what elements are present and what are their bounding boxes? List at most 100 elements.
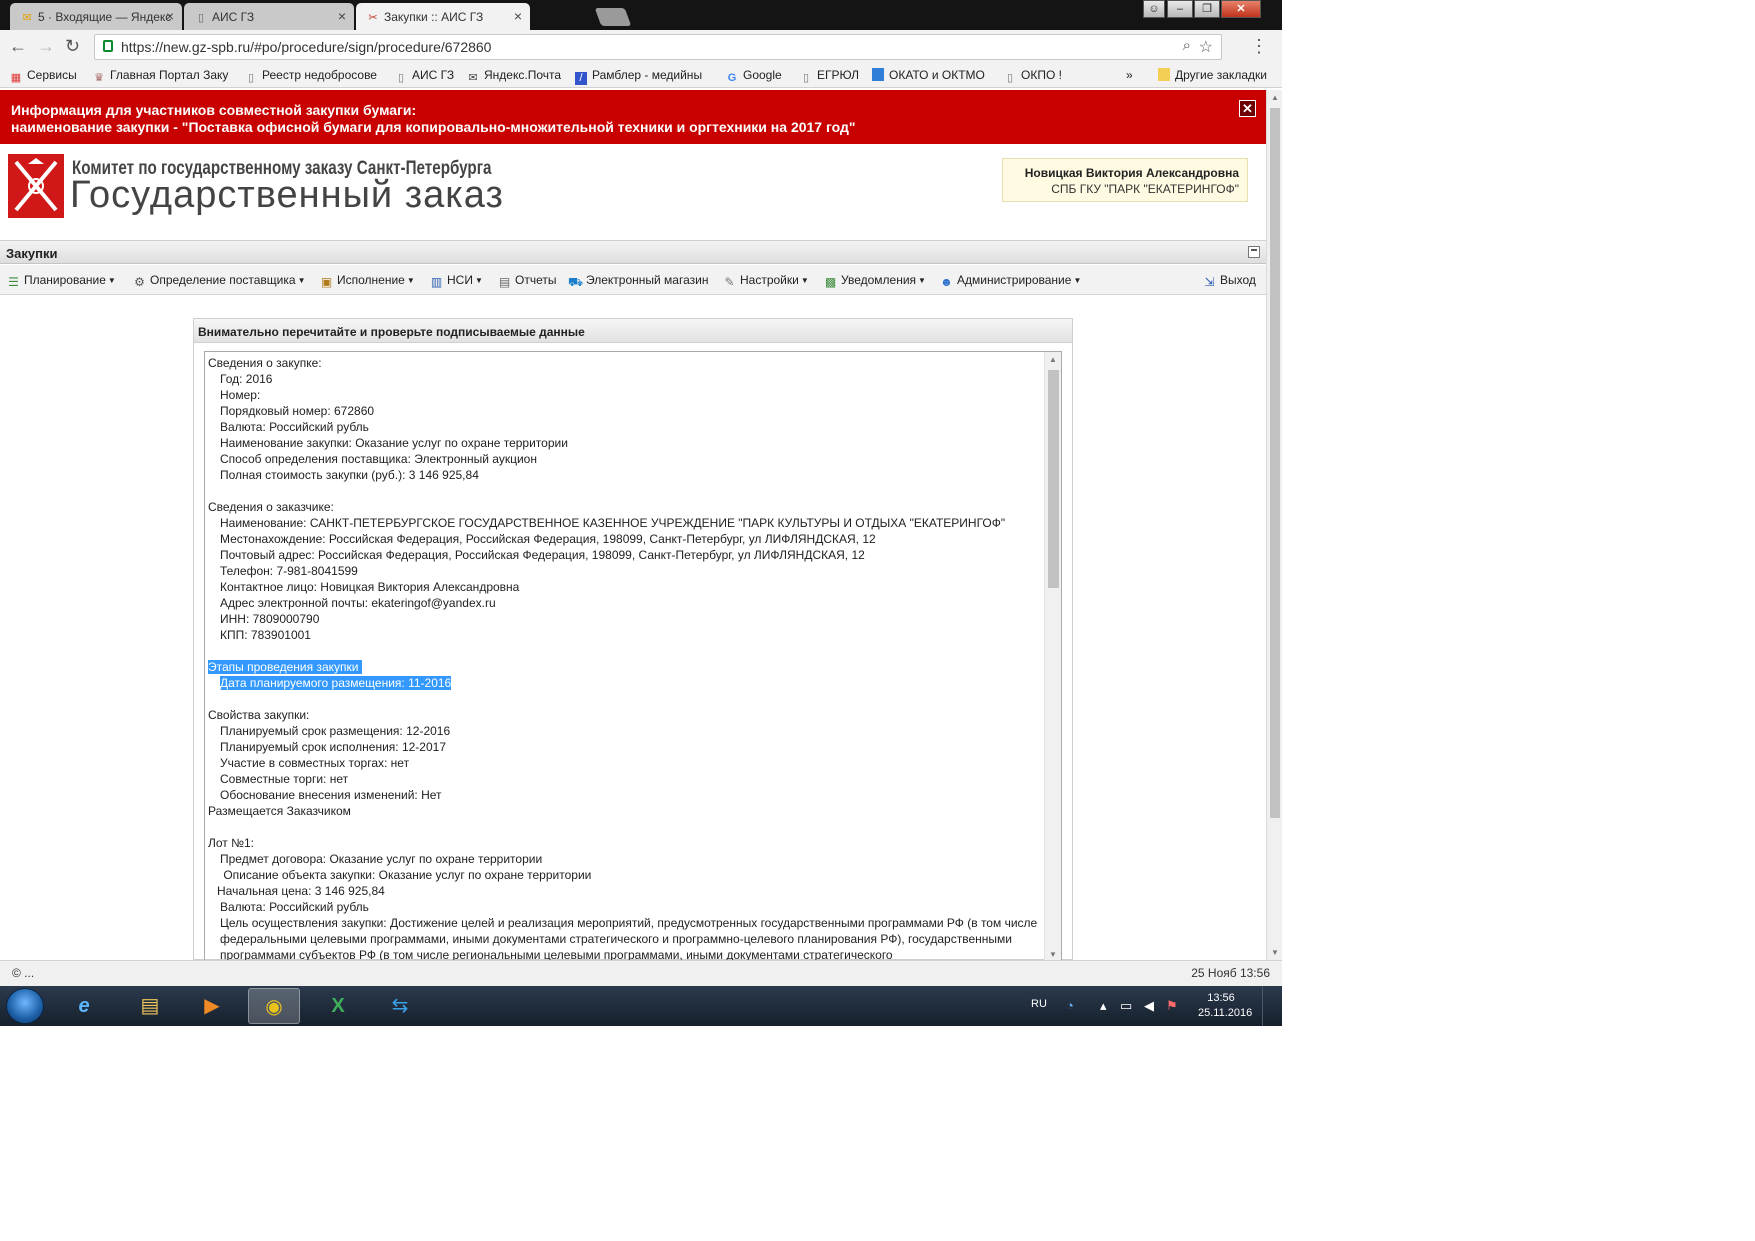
sign-data-textarea[interactable]: Сведения о закупке: Год: 2016 Номер: Порядк… <box>204 351 1062 961</box>
text-line-content: Год: 2016 <box>220 372 273 386</box>
new-tab-button[interactable] <box>594 8 632 26</box>
bookmark-label: ОКАТО и ОКТМО <box>889 68 985 82</box>
zoom-icon[interactable]: ⌕ <box>1183 37 1191 54</box>
menu-planning[interactable]: ☰ Планирование ▼ <box>6 273 116 289</box>
bookmark-services[interactable]: ▦ Сервисы <box>10 68 77 85</box>
forward-arrow-icon[interactable]: → <box>37 36 55 57</box>
update-alert-icon[interactable]: ◔ <box>1066 998 1074 1013</box>
start-button[interactable] <box>6 988 44 1024</box>
site-header: Комитет по государственному заказу Санкт… <box>0 144 1266 240</box>
status-bar: © ... 25 Нояб 13:56 <box>0 960 1282 986</box>
tab-title: Закупки :: АИС ГЗ <box>384 10 484 24</box>
bookmark-egrul[interactable]: ▯ ЕГРЮЛ <box>800 68 859 85</box>
user-profile-button[interactable]: ☺ <box>1143 0 1165 18</box>
other-bookmarks[interactable]: Другие закладки <box>1158 68 1267 82</box>
text-line-content: Планируемый срок размещения: 12-2016 <box>220 724 451 738</box>
book-icon: ▥ <box>430 275 443 289</box>
sign-data-panel: Внимательно перечитайте и проверьте подп… <box>193 318 1073 961</box>
menu-e-shop[interactable]: ⛟ Электронный магазин <box>568 273 708 289</box>
user-info-box[interactable]: Новицкая Виктория Александровна СПБ ГКУ … <box>1002 158 1248 202</box>
taskbar-clock[interactable]: 13:56 25.11.2016 <box>1198 991 1252 1021</box>
language-indicator[interactable]: RU <box>1031 998 1047 1010</box>
bookmark-label: АИС ГЗ <box>412 68 455 82</box>
menu-execution[interactable]: ▣ Исполнение ▼ <box>319 273 415 289</box>
notification-icon: ▩ <box>824 275 837 289</box>
media-player-icon[interactable]: ▶ <box>186 988 238 1024</box>
collapse-icon[interactable] <box>1248 246 1260 258</box>
text-line-content: Предмет договора: Оказание услуг по охра… <box>220 852 543 866</box>
page-scrollbar[interactable]: ▲ ▼ <box>1266 90 1282 960</box>
lock-icon <box>103 40 113 52</box>
scroll-up-icon[interactable]: ▲ <box>1271 93 1279 102</box>
reload-icon[interactable]: ↻ <box>65 36 80 57</box>
content-area: Внимательно перечитайте и проверьте подп… <box>0 296 1266 961</box>
text-line: Контактное лицо: Новицкая Виктория Алекс… <box>208 579 1043 595</box>
close-icon[interactable]: × <box>166 8 174 24</box>
file-explorer-icon[interactable]: ▤ <box>124 988 176 1024</box>
scroll-down-icon[interactable]: ▼ <box>1049 950 1057 959</box>
menu-administration[interactable]: ☻ Администрирование ▼ <box>939 273 1081 289</box>
menu-reports[interactable]: ▤ Отчеты <box>497 273 557 289</box>
user-name: Новицкая Виктория Александровна <box>1024 166 1239 180</box>
textarea-scrollbar-thumb[interactable] <box>1048 370 1059 588</box>
bookmark-rambler[interactable]: / Рамблер - медийны <box>575 68 702 85</box>
volume-icon[interactable]: ◀ <box>1144 998 1154 1014</box>
scroll-up-icon[interactable]: ▲ <box>1049 355 1057 364</box>
bookmark-label: Google <box>743 68 782 82</box>
mail-envelope-icon: ✉ <box>22 12 32 24</box>
tab-ais-gz[interactable]: ▯ АИС ГЗ × <box>184 3 354 30</box>
bookmark-okpo[interactable]: ▯ ОКПО ! <box>1004 68 1062 85</box>
tab-yandex-mail[interactable]: ✉ 5 · Входящие — Яндекс × <box>10 3 182 30</box>
text-line: Способ определения поставщика: Электронн… <box>208 451 1043 467</box>
back-arrow-icon[interactable]: ← <box>9 36 27 57</box>
window-close-button[interactable]: ✕ <box>1221 0 1261 18</box>
textarea-scrollbar[interactable]: ▲ ▼ <box>1044 352 1061 960</box>
flag-icon[interactable]: ⚑ <box>1166 998 1178 1014</box>
bookmark-okato[interactable]: ОКАТО и ОКТМО <box>872 68 985 82</box>
main-menu: ☰ Планирование ▼ ⚙ Определение поставщика ▼ … <box>0 265 1266 295</box>
notice-close-button[interactable]: ✕ <box>1239 100 1256 117</box>
text-line: Дата планируемого размещения: 11-2016 <box>208 675 1043 691</box>
notice-banner: Информация для участников совместной зак… <box>0 90 1266 144</box>
text-line: ИНН: 7809000790 <box>208 611 1043 627</box>
scroll-down-icon[interactable]: ▼ <box>1271 948 1279 957</box>
menu-label: Исполнение <box>337 273 405 287</box>
browser-toolbar: ← → ↻ https://new.gz-spb.ru/#po/procedur… <box>0 30 1282 64</box>
teamviewer-icon[interactable]: ⇆ <box>374 988 426 1024</box>
menu-supplier-determination[interactable]: ⚙ Определение поставщика ▼ <box>132 273 305 289</box>
bookmark-portal[interactable]: ♛ Главная Портал Заку <box>93 68 228 85</box>
text-line: Местонахождение: Российская Федерация, Р… <box>208 531 1043 547</box>
browser-menu-icon[interactable]: ⋮ <box>1250 36 1268 57</box>
internet-explorer-icon[interactable]: e <box>58 988 110 1024</box>
text-line-content: Местонахождение: Российская Федерация, Р… <box>220 532 876 546</box>
show-desktop-button[interactable] <box>1262 986 1282 1026</box>
menu-nsi[interactable]: ▥ НСИ ▼ <box>429 273 483 289</box>
excel-icon[interactable]: X <box>312 988 364 1024</box>
menu-label: Определение поставщика <box>150 273 296 287</box>
execution-icon: ▣ <box>320 275 333 289</box>
bookmark-reestr[interactable]: ▯ Реестр недобросове <box>245 68 377 85</box>
menu-notifications[interactable]: ▩ Уведомления ▼ <box>823 273 926 289</box>
close-icon[interactable]: × <box>514 8 522 24</box>
chevron-down-icon: ▼ <box>474 276 483 285</box>
bookmark-google[interactable]: G Google <box>726 68 782 85</box>
text-line: Начальная цена: 3 146 925,84 <box>208 883 1043 899</box>
tab-zakupki[interactable]: ✂ Закупки :: АИС ГЗ × <box>356 3 530 30</box>
network-icon[interactable]: ▭ <box>1120 998 1132 1014</box>
bookmarks-overflow-button[interactable]: » <box>1126 68 1133 82</box>
close-icon[interactable]: × <box>338 8 346 24</box>
page-scrollbar-thumb[interactable] <box>1270 108 1280 818</box>
windows-taskbar: e ▤ ▶ ◉ X ⇆ RU ◔ ▴ ▭ ◀ ⚑ 13:56 25.11.201… <box>0 986 1282 1026</box>
bookmark-yandex-mail[interactable]: ✉ Яндекс.Почта <box>467 68 561 85</box>
minimize-button[interactable]: – <box>1167 0 1193 18</box>
star-icon[interactable]: ☆ <box>1199 37 1213 57</box>
menu-settings[interactable]: ✎ Настройки ▼ <box>722 273 808 289</box>
chrome-icon[interactable]: ◉ <box>248 988 300 1024</box>
address-bar[interactable]: https://new.gz-spb.ru/#po/procedure/sign… <box>94 34 1222 60</box>
bookmark-ais-gz[interactable]: ▯ АИС ГЗ <box>395 68 454 85</box>
tray-expand-icon[interactable]: ▴ <box>1100 998 1107 1014</box>
text-line: Адрес электронной почты: ekateringof@yan… <box>208 595 1043 611</box>
restore-button[interactable]: ❐ <box>1194 0 1220 18</box>
text-line-content: Контактное лицо: Новицкая Виктория Алекс… <box>220 580 520 594</box>
logout-button[interactable]: ⇲ Выход <box>1202 273 1255 289</box>
